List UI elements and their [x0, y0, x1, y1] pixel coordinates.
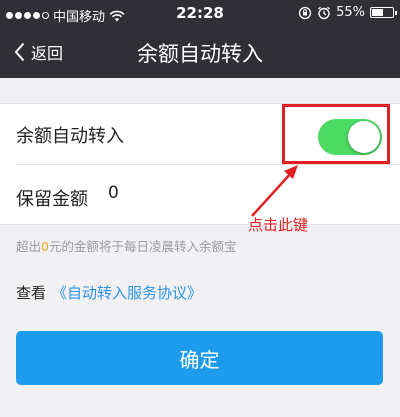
alarm-icon — [318, 6, 331, 19]
battery-icon — [370, 7, 397, 18]
agreement-prefix: 查看 — [16, 284, 47, 302]
reserve-amount-label: 保留金额 — [16, 189, 88, 210]
note-suffix: 元的金额将于每日凌晨转入余额宝 — [48, 239, 237, 254]
status-right: 55% — [298, 5, 397, 20]
agreement-line: 查看 《自动转入服务协议》 — [16, 282, 202, 303]
reserve-amount-field[interactable]: 0 — [108, 183, 119, 203]
note-prefix: 超出 — [16, 239, 42, 254]
auto-transfer-label: 余额自动转入 — [16, 126, 124, 147]
nav-bar: 返回 余额自动转入 — [0, 27, 400, 78]
battery-percent: 55% — [336, 5, 365, 20]
agreement-link[interactable]: 《自动转入服务协议》 — [52, 284, 202, 302]
status-bar: 中国移动 22:28 55% — [0, 0, 400, 27]
annotation-arrow-icon — [251, 165, 298, 217]
note-amount: 0 — [41, 239, 49, 254]
confirm-button[interactable]: 确定 — [16, 331, 383, 385]
page-title: 余额自动转入 — [137, 42, 263, 66]
annotation-text: 点击此键 — [248, 216, 309, 234]
toggle-highlight-box — [282, 104, 390, 164]
rotation-lock-icon — [298, 6, 312, 19]
transfer-note: 超出0元的金额将于每日凌晨转入余额宝 — [16, 236, 236, 255]
reserve-amount-row: 保留金额 0 — [0, 165, 400, 226]
